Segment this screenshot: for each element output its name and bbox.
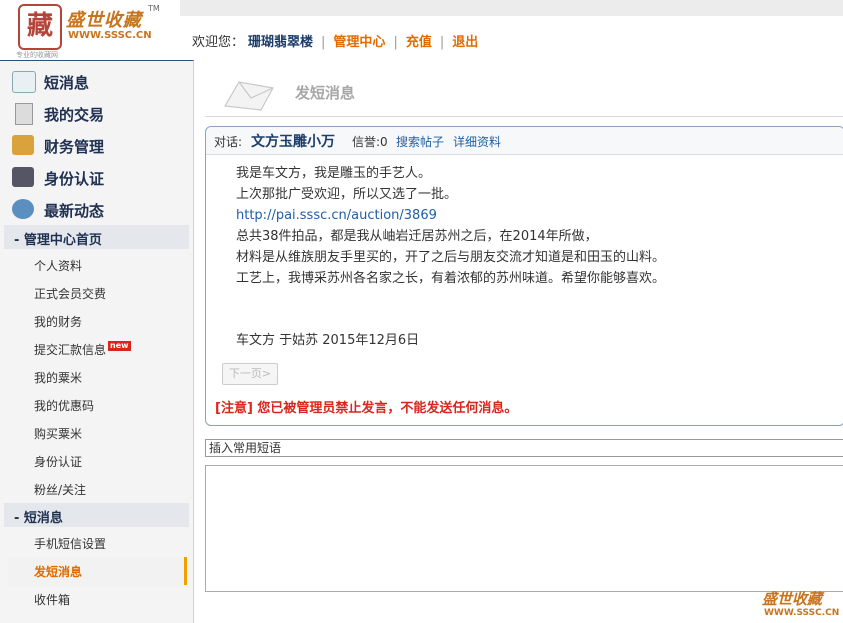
finance-icon <box>12 135 34 155</box>
admin-submenu: 个人资料 正式会员交费 我的财务 提交汇款信息 new 我的粟米 我的优惠码 购买… <box>0 249 193 503</box>
sidebar-item-label: 收件箱 <box>34 593 71 607</box>
message-line: 总共38件拍品，都是我从岫岩迁居苏州之后，在2014年所做， <box>236 229 598 244</box>
welcome-text: 欢迎您： <box>192 35 245 50</box>
sidebar-item-remittance[interactable]: 提交汇款信息 new <box>0 335 193 363</box>
new-badge: new <box>108 341 131 351</box>
message-line: 上次那批广受欢迎，所以又选了一批。 <box>236 187 458 202</box>
next-page-button[interactable]: 下一页> <box>222 363 278 385</box>
sidebar-item-my-trades[interactable]: 我的交易 <box>0 97 193 129</box>
remittance-label: 提交汇款信息 <box>34 343 107 357</box>
details-link[interactable]: 详细资料 <box>453 133 501 150</box>
sidebar: 短消息 我的交易 财务管理 身份认证 最新动态 - 管理中心首页 个人资料 正式… <box>0 60 194 623</box>
page-title-bar: 发短消息 <box>205 70 843 118</box>
sidebar-item-label: 正式会员交费 <box>34 287 107 301</box>
sidebar-item-my-finance[interactable]: 我的财务 <box>0 307 193 335</box>
section-title: - 短消息 <box>14 511 63 526</box>
sidebar-item-coupons[interactable]: 我的优惠码 <box>0 391 193 419</box>
sidebar-item-label: 身份认证 <box>34 455 83 469</box>
section-admin-home[interactable]: - 管理中心首页 <box>4 225 189 249</box>
sidebar-item-news[interactable]: 最新动态 <box>0 193 193 225</box>
sidebar-item-label: 发短消息 <box>34 565 83 579</box>
site-logo[interactable]: 藏 盛世收藏 TM WWW.SSSC.CN 专业的收藏网 <box>14 4 160 59</box>
message-panel: 对话: 文方玉雕小万 信誉:0 搜索帖子 详细资料 我是车文方，我是雕玉的手艺人… <box>205 126 843 426</box>
message-signature: 车文方 于姑苏 2015年12月6日 <box>236 333 420 348</box>
logout-link[interactable]: 退出 <box>452 31 478 50</box>
message-header: 对话: 文方玉雕小万 信誉:0 搜索帖子 详细资料 <box>206 127 843 155</box>
sidebar-item-id-verify[interactable]: 身份认证 <box>0 161 193 193</box>
credit-score: 信誉:0 <box>352 135 388 149</box>
message-body: 我是车文方，我是雕玉的手艺人。 上次那批广受欢迎，所以又选了一批。 http:/… <box>236 163 665 289</box>
message-icon <box>12 71 36 93</box>
message-line: 工艺上，我博采苏州各名家之长，有着浓郁的苏州味道。希望你能够喜欢。 <box>236 271 666 286</box>
sidebar-item-label: 我的优惠码 <box>34 399 95 413</box>
sidebar-item-label: 购买粟米 <box>34 427 83 441</box>
nav-separator: | <box>321 35 326 50</box>
watermark-logo: 盛世收藏 WWW.SSSC.CN <box>762 588 842 622</box>
auction-link[interactable]: http://pai.sssc.cn/auction/3869 <box>236 205 665 226</box>
messages-submenu: 手机短信设置 发短消息 收件箱 <box>0 527 193 613</box>
header: 藏 盛世收藏 TM WWW.SSSC.CN 专业的收藏网 欢迎您： 珊瑚翡翠楼 | 管… <box>0 0 843 59</box>
nav-separator: | <box>393 35 398 50</box>
sidebar-item-label: 最新动态 <box>44 202 105 220</box>
sidebar-item-send-message[interactable]: 发短消息 <box>8 557 187 585</box>
logo-url: WWW.SSSC.CN <box>68 30 152 41</box>
sidebar-item-inbox[interactable]: 收件箱 <box>0 585 193 613</box>
sidebar-item-finance[interactable]: 财务管理 <box>0 129 193 161</box>
message-line: 我是车文方，我是雕玉的手艺人。 <box>236 166 432 181</box>
admin-center-link[interactable]: 管理中心 <box>333 31 385 50</box>
sidebar-item-label: 我的粟米 <box>34 371 83 385</box>
logo-brand-name: 盛世收藏 <box>66 10 142 31</box>
id-icon <box>12 167 34 187</box>
logo-tagline: 专业的收藏网 <box>16 51 58 59</box>
trade-icon <box>15 103 33 125</box>
recharge-link[interactable]: 充值 <box>406 31 432 50</box>
phrase-select[interactable]: 插入常用短语 <box>205 439 843 457</box>
section-title: - 管理中心首页 <box>14 233 102 248</box>
sidebar-item-label: 我的交易 <box>44 106 105 124</box>
partner-name[interactable]: 文方玉雕小万 <box>251 131 335 151</box>
sidebar-main-nav: 短消息 我的交易 财务管理 身份认证 最新动态 <box>0 61 193 225</box>
logo-tm: TM <box>148 4 160 13</box>
sidebar-item-identity[interactable]: 身份认证 <box>0 447 193 475</box>
nav-separator: | <box>439 35 445 50</box>
sidebar-item-label: 财务管理 <box>44 138 105 156</box>
sidebar-item-label: 身份认证 <box>44 170 105 188</box>
header-band <box>180 0 843 16</box>
sidebar-item-buy-sumi[interactable]: 购买粟米 <box>0 419 193 447</box>
sidebar-item-label: 提交汇款信息 new <box>34 341 131 358</box>
title-divider <box>205 116 843 117</box>
dialog-label: 对话: <box>214 135 243 149</box>
compose-textarea[interactable] <box>205 465 843 592</box>
message-line: 材料是从维族朋友手里买的，开了之后与朋友交流才知道是和田玉的山料。 <box>236 250 666 265</box>
watermark-brand: 盛世收藏 <box>762 590 823 608</box>
logo-seal: 藏 <box>18 4 62 50</box>
sidebar-item-label: 个人资料 <box>34 259 83 273</box>
section-messages[interactable]: - 短消息 <box>4 503 189 527</box>
sidebar-item-label: 短消息 <box>44 74 90 92</box>
sidebar-item-label: 粉丝/关注 <box>34 483 87 497</box>
sidebar-item-membership-fee[interactable]: 正式会员交费 <box>0 279 193 307</box>
sidebar-item-label: 我的财务 <box>34 315 83 329</box>
sidebar-item-label: 手机短信设置 <box>34 537 107 551</box>
page-title: 发短消息 <box>295 84 356 102</box>
top-nav: 欢迎您： 珊瑚翡翠楼 | 管理中心 | 充值 | 退出 <box>192 31 478 50</box>
sidebar-item-sms-settings[interactable]: 手机短信设置 <box>0 529 193 557</box>
sidebar-item-fans[interactable]: 粉丝/关注 <box>0 475 193 503</box>
sidebar-item-profile[interactable]: 个人资料 <box>0 251 193 279</box>
envelope-icon <box>224 81 274 111</box>
username-link[interactable]: 珊瑚翡翠楼 <box>248 31 313 50</box>
sidebar-item-my-sumi[interactable]: 我的粟米 <box>0 363 193 391</box>
ban-warning: [注意] 您已被管理员禁止发言，不能发送任何消息。 <box>215 401 518 416</box>
sidebar-item-messages[interactable]: 短消息 <box>0 65 193 97</box>
news-icon <box>12 199 34 219</box>
search-posts-link[interactable]: 搜索帖子 <box>396 133 444 150</box>
watermark-url: WWW.SSSC.CN <box>764 608 840 618</box>
